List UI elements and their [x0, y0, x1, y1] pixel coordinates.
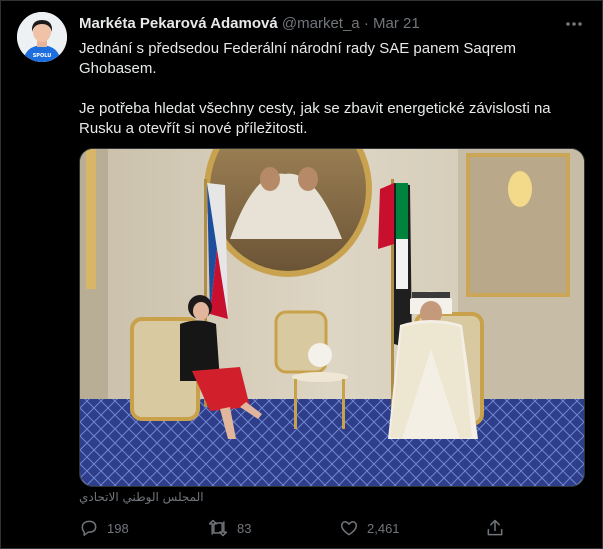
tweet-date[interactable]: Mar 21	[373, 15, 420, 32]
tweet-paragraph-2: Je potřeba hledat všechny cesty, jak se …	[79, 100, 551, 137]
avatar[interactable]: SPOLU	[17, 12, 67, 62]
reply-icon	[81, 520, 97, 536]
avatar-photo: SPOLU	[17, 12, 67, 62]
reply-count: 198	[107, 520, 129, 536]
author-name[interactable]: Markéta Pekarová Adamová	[79, 15, 278, 32]
tweet-text: Jednání s předsedou Federální národní ra…	[79, 39, 579, 139]
more-options-button[interactable]	[561, 11, 587, 37]
separator-dot: ·	[363, 15, 369, 32]
retweet-icon	[208, 519, 228, 537]
photo-watermark: المجلس الوطني الاتحادي	[79, 490, 204, 504]
share-button[interactable]	[485, 514, 505, 542]
tweet-card[interactable]: SPOLU Markéta Pekarová Adamová @market_a…	[0, 0, 603, 549]
avatar-badge: SPOLU	[33, 53, 52, 59]
retweet-count: 83	[237, 520, 252, 536]
tweet-header: Markéta Pekarová Adamová @market_a · Mar…	[79, 15, 562, 32]
share-icon	[487, 519, 503, 536]
retweet-button[interactable]: 83	[207, 514, 251, 542]
like-button[interactable]: 2,461	[339, 514, 400, 542]
meeting-photo	[80, 149, 584, 486]
tweet-photo[interactable]	[79, 148, 585, 487]
tweet-paragraph-1: Jednání s předsedou Federální národní ra…	[79, 40, 516, 77]
author-handle[interactable]: @market_a	[282, 15, 360, 32]
more-icon	[566, 22, 582, 26]
like-count: 2,461	[367, 520, 400, 536]
tweet-actions: 198 83 2,461	[71, 514, 521, 542]
reply-button[interactable]: 198	[79, 514, 129, 542]
like-icon	[340, 521, 358, 536]
